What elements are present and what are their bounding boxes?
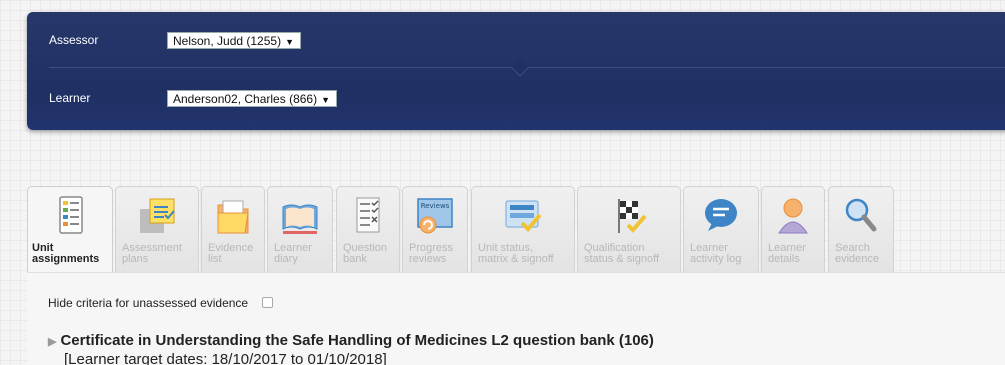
qualification-heading[interactable]: ▶ Certificate in Understanding the Safe H… [48, 332, 654, 349]
tab-label: Qualification status & signoff [584, 242, 660, 265]
assessment-plans-icon [140, 198, 175, 233]
tab-unit-status[interactable]: Unit status, matrix & signoff [471, 186, 575, 272]
tab-label: Assessment plans [122, 242, 182, 265]
tab-qualification-status[interactable]: Qualification status & signoff [577, 186, 681, 272]
hide-criteria-row: Hide criteria for unassessed evidence [48, 296, 274, 310]
tab-unit-assignments[interactable]: Unit assignments [27, 186, 113, 272]
unit-status-icon [505, 200, 542, 232]
tab-label: Evidence list [208, 242, 254, 265]
tab-label: Search evidence [835, 242, 880, 265]
hide-criteria-checkbox[interactable] [262, 297, 274, 308]
tab-content-panel: Hide criteria for unassessed evidence ▶ C… [27, 272, 1005, 365]
tab-label: Learner activity log [690, 242, 742, 265]
evidence-list-icon [217, 200, 249, 234]
assessor-row: Assessor Nelson, Judd (1255) ▼ [27, 12, 1005, 67]
learner-row: Learner Anderson02, Charles (866) ▼ [27, 70, 1005, 125]
progress-reviews-icon: Reviews [417, 198, 453, 234]
assessor-value: Nelson, Judd (1255) [173, 34, 282, 48]
tab-label: Question bank [343, 242, 388, 265]
tab-label: Unit status, matrix & signoff [478, 242, 554, 265]
search-evidence-icon [845, 198, 877, 232]
tab-question-bank[interactable]: Question bank [336, 186, 400, 272]
qualification-title: Certificate in Understanding the Safe Ha… [60, 332, 654, 349]
unit-assignments-icon [59, 196, 83, 234]
tab-learner-activity-log[interactable]: Learner activity log [683, 186, 759, 272]
chevron-down-icon: ▼ [285, 37, 294, 47]
assessor-select[interactable]: Nelson, Judd (1255) ▼ [167, 32, 301, 49]
learner-select[interactable]: Anderson02, Charles (866) ▼ [167, 90, 338, 107]
tab-label: Learner diary [274, 242, 312, 265]
learner-diary-icon [282, 204, 318, 234]
learner-target-dates: [Learner target dates: 18/10/2017 to 01/… [64, 351, 387, 365]
learner-activity-log-icon [705, 199, 737, 231]
chevron-down-icon: ▼ [321, 95, 331, 105]
progress-reviews-icon-text: Reviews [421, 202, 450, 210]
tab-label: Progress reviews [409, 242, 454, 265]
tab-assessment-plans[interactable]: Assessment plans [115, 186, 199, 272]
learner-details-icon [778, 198, 808, 234]
learner-value: Anderson02, Charles (866) [173, 92, 318, 106]
expand-triangle-icon[interactable]: ▶ [48, 336, 56, 348]
qualification-status-icon [618, 199, 647, 233]
assessor-label: Assessor [49, 33, 99, 47]
tab-evidence-list[interactable]: Evidence list [201, 186, 265, 272]
header-panel: Assessor Nelson, Judd (1255) ▼ Learner An… [27, 12, 1005, 130]
tab-learner-details[interactable]: Learner details [761, 186, 825, 272]
tab-label: Learner details [768, 242, 806, 265]
learner-label: Learner [49, 91, 91, 105]
hide-criteria-label: Hide criteria for unassessed evidence [48, 296, 249, 310]
tab-learner-diary[interactable]: Learner diary [267, 186, 333, 272]
tab-progress-reviews[interactable]: Reviews Progress reviews [402, 186, 468, 272]
question-bank-icon [356, 197, 380, 233]
tab-search-evidence[interactable]: Search evidence [828, 186, 894, 272]
tab-label: Unit assignments [32, 242, 100, 265]
